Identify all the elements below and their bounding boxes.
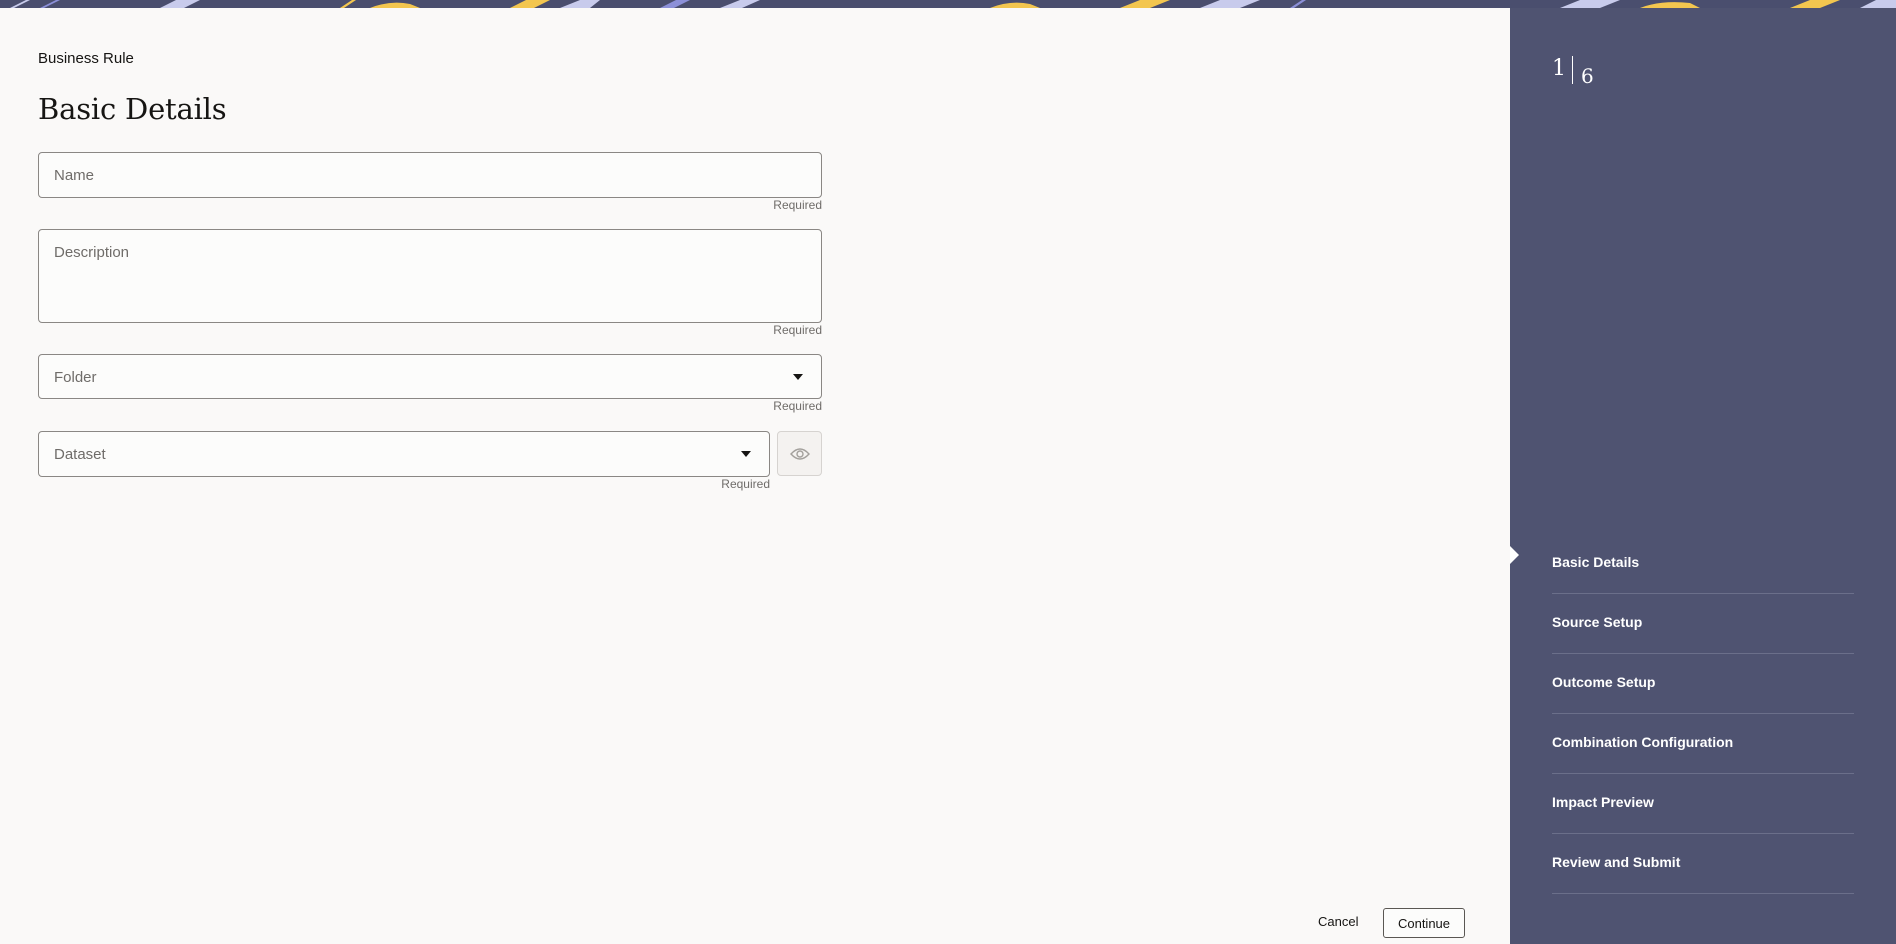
- name-placeholder: Name: [54, 167, 95, 184]
- name-input[interactable]: Name: [38, 152, 822, 198]
- train-step-combination-configuration[interactable]: Combination Configuration: [1552, 714, 1854, 774]
- continue-button[interactable]: Continue: [1383, 908, 1465, 938]
- dataset-preview-button[interactable]: [777, 431, 822, 476]
- chevron-down-icon: [741, 451, 751, 457]
- train-step-basic-details[interactable]: Basic Details: [1552, 534, 1854, 594]
- train-step-label: Combination Configuration: [1552, 734, 1734, 750]
- step-counter-divider: [1572, 56, 1573, 84]
- chevron-down-icon: [793, 373, 803, 380]
- dataset-placeholder: Dataset: [54, 446, 106, 463]
- train-step-label: Source Setup: [1552, 614, 1643, 630]
- total-steps-number: 6: [1581, 64, 1594, 88]
- description-required-hint: Required: [773, 323, 822, 337]
- train-step-review-and-submit[interactable]: Review and Submit: [1552, 834, 1854, 894]
- train-sidebar: 1 6 Basic Details Source Setup Outcome S…: [1510, 8, 1896, 944]
- description-placeholder: Description: [54, 244, 130, 261]
- dataset-required-hint: Required: [721, 477, 770, 491]
- main-panel: Business Rule Basic Details Name Require…: [0, 8, 1510, 944]
- page-eyebrow: Business Rule: [38, 50, 134, 67]
- page-title: Basic Details: [38, 92, 227, 126]
- train-step-label: Basic Details: [1552, 554, 1640, 570]
- active-step-pointer: [1510, 546, 1519, 564]
- train-step-label: Impact Preview: [1552, 794, 1654, 810]
- description-textarea[interactable]: Description: [38, 229, 822, 323]
- folder-required-hint: Required: [773, 399, 822, 413]
- train-step-label: Review and Submit: [1552, 854, 1681, 870]
- train-step-label: Outcome Setup: [1552, 674, 1656, 690]
- name-required-hint: Required: [773, 198, 822, 212]
- train-steps: Basic Details Source Setup Outcome Setup…: [1552, 534, 1854, 894]
- folder-placeholder: Folder: [54, 369, 97, 386]
- folder-select[interactable]: Folder: [38, 354, 822, 399]
- eye-icon: [789, 447, 810, 460]
- train-step-impact-preview[interactable]: Impact Preview: [1552, 774, 1854, 834]
- dataset-select[interactable]: Dataset: [38, 431, 770, 477]
- current-step-number: 1: [1552, 56, 1566, 81]
- decorative-banner: [0, 0, 1896, 8]
- cancel-button[interactable]: Cancel: [1318, 914, 1358, 929]
- train-step-outcome-setup[interactable]: Outcome Setup: [1552, 654, 1854, 714]
- train-step-source-setup[interactable]: Source Setup: [1552, 594, 1854, 654]
